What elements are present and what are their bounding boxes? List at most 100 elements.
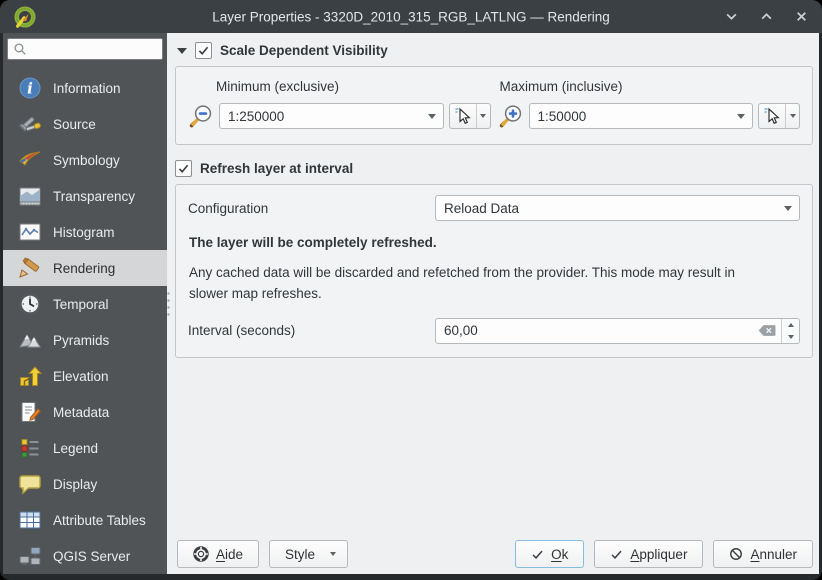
cancel-circle-icon (729, 547, 743, 561)
close-icon[interactable] (794, 10, 808, 24)
maximum-scale-value: 1:50000 (537, 108, 587, 124)
minimum-scale-value: 1:250000 (228, 108, 285, 124)
apply-button-label: Appliquer (630, 546, 688, 562)
cancel-button[interactable]: Annuler (713, 540, 813, 568)
minimum-scale-combobox[interactable]: 1:250000 (219, 103, 444, 129)
maximum-scale-label: Maximum (inclusive) (499, 79, 623, 94)
check-icon (531, 548, 544, 561)
search-icon (13, 42, 27, 56)
scale-visibility-title: Scale Dependent Visibility (220, 43, 388, 58)
sidebar-item-label: Transparency (53, 188, 136, 204)
sidebar-item-label: Symbology (53, 152, 120, 168)
sidebar-item-display[interactable]: Display (3, 466, 167, 502)
sidebar-nav: i Information Source Symbology Transparency H… (3, 64, 167, 574)
clear-field-icon[interactable] (758, 324, 776, 337)
refresh-summary-text: The layer will be completely refreshed. (189, 235, 437, 250)
chevron-down-icon[interactable] (730, 113, 752, 119)
temporal-icon (18, 292, 42, 316)
sidebar-item-metadata[interactable]: Metadata (3, 394, 167, 430)
qgis-server-icon (18, 544, 42, 568)
cancel-button-label: Annuler (750, 546, 797, 562)
search-input[interactable] (31, 42, 157, 56)
window-title: Layer Properties - 3320D_2010_315_RGB_LA… (212, 9, 610, 24)
set-max-to-canvas-scale-button[interactable] (758, 103, 800, 129)
symbology-icon (18, 148, 42, 172)
qgis-logo-icon (14, 5, 36, 28)
interval-value: 60,00 (444, 323, 478, 339)
spin-down-icon[interactable] (782, 331, 799, 343)
sidebar-item-source[interactable]: Source (3, 106, 167, 142)
refresh-layer-checkbox[interactable] (175, 160, 192, 177)
map-cursor-icon (759, 104, 785, 128)
sidebar-item-rendering[interactable]: Rendering (3, 250, 167, 286)
refresh-description-text: Any cached data will be discarded and re… (189, 265, 736, 301)
configuration-value: Reload Data (444, 200, 520, 216)
display-icon (18, 472, 42, 496)
attribute-tables-icon (18, 508, 42, 532)
sidebar-item-label: Information (53, 80, 121, 96)
scale-visibility-group: Minimum (exclusive) 1:250000 Maximum (in… (175, 66, 813, 145)
source-icon (18, 112, 42, 136)
sidebar-item-legend[interactable]: Legend (3, 430, 167, 466)
transparency-icon (18, 184, 42, 208)
properties-sidebar: i Information Source Symbology Transparency H… (3, 33, 167, 574)
chevron-down-icon[interactable] (421, 113, 443, 119)
set-min-to-canvas-scale-button[interactable] (448, 103, 491, 129)
sidebar-item-label: QGIS Server (53, 548, 131, 564)
apply-button[interactable]: Appliquer (594, 540, 704, 568)
style-button-label: Style (285, 546, 316, 562)
collapse-caret-icon[interactable] (177, 47, 187, 54)
configuration-label: Configuration (188, 200, 269, 216)
sidebar-search-box[interactable] (7, 38, 163, 60)
rendering-panel: Scale Dependent Visibility Minimum (excl… (167, 33, 819, 574)
chevron-down-icon[interactable] (777, 205, 799, 211)
maximum-scale-combobox[interactable]: 1:50000 (528, 103, 753, 129)
chevron-up-icon[interactable] (759, 10, 773, 24)
chevron-down-icon[interactable] (785, 104, 799, 128)
interval-label: Interval (seconds) (188, 323, 296, 339)
sidebar-item-label: Source (53, 116, 96, 132)
sidebar-item-qgis-server[interactable]: QGIS Server (3, 538, 167, 574)
sidebar-item-attribute-tables[interactable]: Attribute Tables (3, 502, 167, 538)
sidebar-item-transparency[interactable]: Transparency (3, 178, 167, 214)
chevron-down-icon[interactable] (724, 10, 738, 24)
sidebar-item-pyramids[interactable]: Pyramids (3, 322, 167, 358)
legend-icon (18, 436, 42, 460)
help-button-label: Aide (216, 546, 244, 562)
dialog-button-box: Aide Style Ok Appliquer Annuler (175, 532, 813, 574)
refresh-layer-title: Refresh layer at interval (200, 161, 354, 176)
style-button[interactable]: Style (269, 540, 349, 568)
sidebar-item-label: Elevation (53, 368, 109, 384)
titlebar[interactable]: Layer Properties - 3320D_2010_315_RGB_LA… (0, 0, 822, 33)
sidebar-item-label: Pyramids (53, 332, 110, 348)
map-cursor-icon (450, 104, 476, 128)
interval-spinbox[interactable]: 60,00 (435, 317, 800, 344)
sidebar-item-label: Temporal (53, 296, 109, 312)
spin-up-icon[interactable] (782, 319, 799, 331)
sidebar-item-label: Metadata (53, 404, 110, 420)
ok-button-label: Ok (551, 546, 569, 562)
sidebar-item-label: Legend (53, 440, 99, 456)
sidebar-item-histogram[interactable]: Histogram (3, 214, 167, 250)
sidebar-item-information[interactable]: i Information (3, 70, 167, 106)
sidebar-item-temporal[interactable]: Temporal (3, 286, 167, 322)
sidebar-item-label: Display (53, 476, 98, 492)
sidebar-item-symbology[interactable]: Symbology (3, 142, 167, 178)
chevron-down-icon (330, 552, 337, 556)
check-icon (610, 548, 623, 561)
refresh-layer-group: Configuration Reload Data The layer will… (175, 184, 813, 358)
help-button[interactable]: Aide (177, 540, 260, 568)
chevron-down-icon[interactable] (475, 104, 490, 128)
interval-spinner (781, 318, 799, 343)
layer-properties-dialog: Layer Properties - 3320D_2010_315_RGB_LA… (0, 0, 822, 580)
svg-text:i: i (27, 80, 33, 98)
sidebar-item-elevation[interactable]: Elevation (3, 358, 167, 394)
ok-button[interactable]: Ok (515, 540, 585, 568)
scale-visibility-checkbox[interactable] (195, 42, 212, 59)
rendering-icon (18, 256, 42, 280)
sidebar-item-label: Rendering (53, 260, 116, 276)
histogram-icon (18, 220, 42, 244)
configuration-combobox[interactable]: Reload Data (435, 195, 800, 221)
zoom-out-icon (188, 103, 214, 129)
information-icon: i (18, 76, 42, 100)
